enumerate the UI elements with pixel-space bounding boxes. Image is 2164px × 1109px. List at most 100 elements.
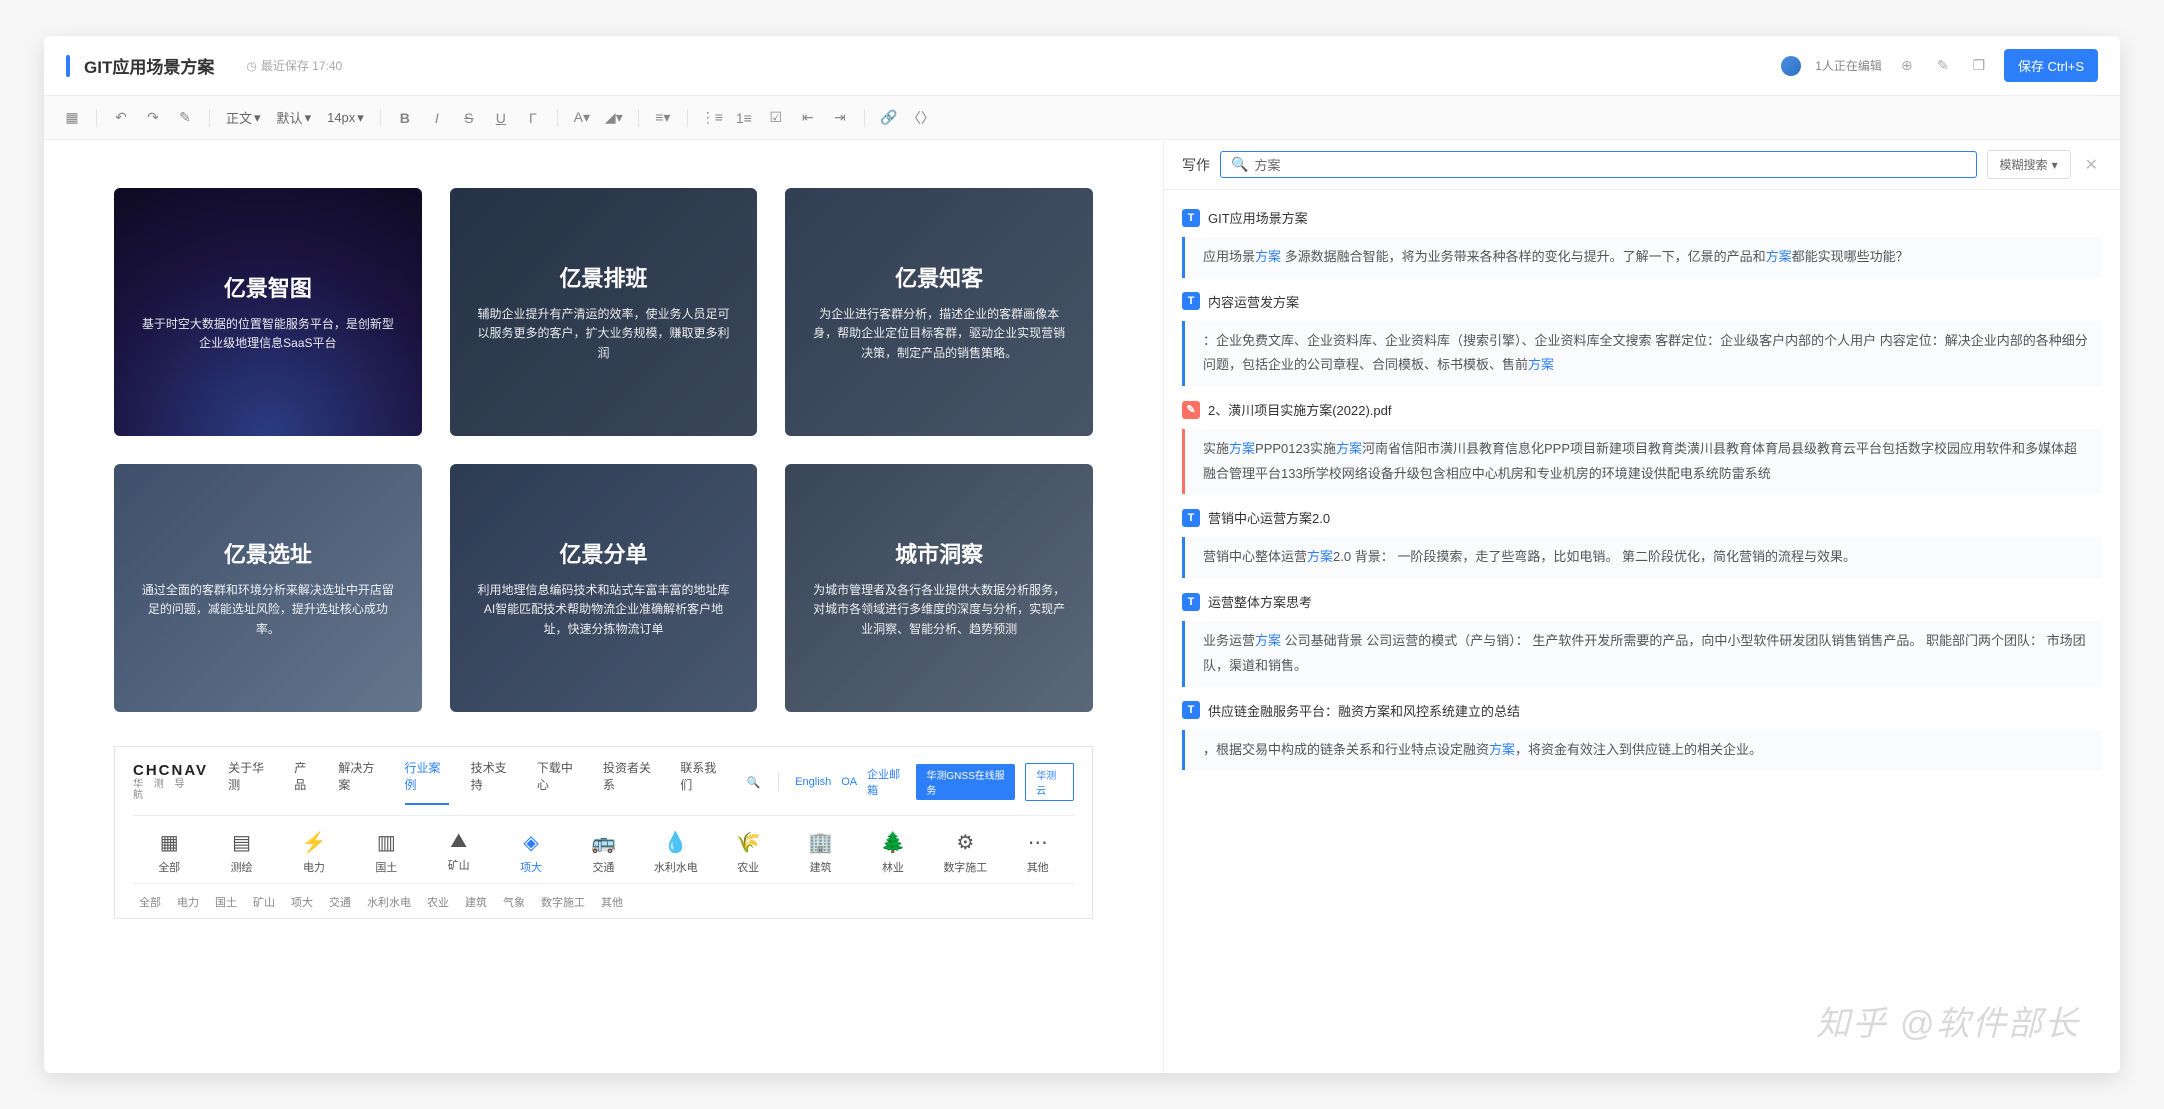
category-icon-item[interactable]: ▥国土 bbox=[356, 830, 416, 875]
category-icon-item[interactable]: ⚡电力 bbox=[284, 830, 344, 875]
editor-canvas[interactable]: 亿景智图基于时空大数据的位置智能服务平台，是创新型企业级地理信息SaaS平台亿景… bbox=[44, 140, 1164, 1073]
search-input-wrap[interactable]: 🔍 bbox=[1220, 151, 1977, 178]
category-icon-item[interactable]: 🌾农业 bbox=[718, 830, 778, 875]
site-nav-item[interactable]: 解决方案 bbox=[338, 759, 382, 805]
category-icon-item[interactable]: 🏢建筑 bbox=[791, 830, 851, 875]
format-paint-icon[interactable]: ✎ bbox=[171, 104, 199, 132]
text-badge-icon: T bbox=[1182, 509, 1200, 527]
category-icon-item[interactable]: 🚌交通 bbox=[573, 830, 633, 875]
highlight-icon[interactable]: ◢▾ bbox=[600, 104, 628, 132]
tag-item[interactable]: 建筑 bbox=[465, 894, 487, 910]
category-icon-item[interactable]: ⛰矿山 bbox=[429, 830, 489, 875]
category-icon-item[interactable]: ◈项大 bbox=[501, 830, 561, 875]
search-result[interactable]: T供应链金融服务平台：融资方案和风控系统建立的总结，根据交易中构成的链条关系和行… bbox=[1182, 701, 2102, 771]
card-desc: 为城市管理者及各行各业提供大数据分析服务，对城市各领域进行多维度的深度与分析，实… bbox=[809, 581, 1069, 639]
category-icon: 🌲 bbox=[880, 830, 905, 855]
tag-item[interactable]: 交通 bbox=[329, 894, 351, 910]
site-nav-item[interactable]: 产品 bbox=[294, 759, 316, 805]
layers-icon[interactable]: ❒ bbox=[1968, 55, 1990, 77]
underline-icon[interactable]: U bbox=[487, 104, 515, 132]
avatar[interactable] bbox=[1781, 56, 1801, 76]
site-nav-item[interactable]: 关于华测 bbox=[228, 759, 272, 805]
site-nav-item[interactable]: 投资者关系 bbox=[603, 759, 658, 805]
ul-icon[interactable]: ⋮≡ bbox=[698, 104, 726, 132]
search-result[interactable]: T内容运营发方案：企业免费文库、企业资料库、企业资料库（搜索引擎）、企业资料库全… bbox=[1182, 292, 2102, 386]
result-title: 内容运营发方案 bbox=[1208, 292, 1299, 311]
site-link-english[interactable]: English bbox=[795, 776, 831, 788]
align-icon[interactable]: ≡▾ bbox=[649, 104, 677, 132]
tag-item[interactable]: 全部 bbox=[139, 894, 161, 910]
bold-icon[interactable]: B bbox=[391, 104, 419, 132]
tag-item[interactable]: 其他 bbox=[601, 894, 623, 910]
tag-item[interactable]: 项大 bbox=[291, 894, 313, 910]
card-desc: 基于时空大数据的位置智能服务平台，是创新型企业级地理信息SaaS平台 bbox=[138, 315, 398, 353]
category-icon-item[interactable]: 🌲林业 bbox=[863, 830, 923, 875]
font-select[interactable]: 默认▾ bbox=[271, 108, 318, 127]
site-nav-item[interactable]: 下载中心 bbox=[537, 759, 581, 805]
category-icon: ▦ bbox=[160, 830, 179, 855]
tag-item[interactable]: 矿山 bbox=[253, 894, 275, 910]
search-result[interactable]: ✎2、潢川项目实施方案(2022).pdf实施方案PPP0123实施方案河南省信… bbox=[1182, 400, 2102, 494]
search-result[interactable]: TGIT应用场景方案应用场景方案 多源数据融合智能，将为业务带来各种各样的变化与… bbox=[1182, 208, 2102, 278]
product-card[interactable]: 城市洞察为城市管理者及各行各业提供大数据分析服务，对城市各领域进行多维度的深度与… bbox=[785, 464, 1093, 712]
tag-item[interactable]: 水利水电 bbox=[367, 894, 411, 910]
save-button[interactable]: 保存 Ctrl+S bbox=[2004, 49, 2098, 82]
italic-icon[interactable]: I bbox=[423, 104, 451, 132]
card-title: 亿景知客 bbox=[895, 261, 983, 293]
fontcolor-icon[interactable]: A▾ bbox=[568, 104, 596, 132]
pill-gnss[interactable]: 华测GNSS在线服务 bbox=[916, 764, 1015, 800]
result-title: 营销中心运营方案2.0 bbox=[1208, 508, 1330, 527]
card-title: 城市洞察 bbox=[895, 537, 983, 569]
product-card[interactable]: 亿景选址通过全面的客群和环境分析来解决选址中开店留足的问题，减能选址风险，提升选… bbox=[114, 464, 422, 712]
search-result[interactable]: T 营销中心运营方案2.0 营销中心整体运营方案2.0 背景： 一阶段摸索，走了些弯… bbox=[1182, 508, 2102, 578]
edit-icon[interactable]: ✎ bbox=[1932, 55, 1954, 77]
search-icon[interactable]: 🔍 bbox=[744, 772, 762, 792]
style-select[interactable]: 正文▾ bbox=[220, 108, 267, 127]
search-mode-button[interactable]: 模糊搜索▾ bbox=[1987, 150, 2071, 179]
result-snippet: 营销中心整体运营方案2.0 背景： 一阶段摸索，走了些弯路，比如电销。 第二阶段… bbox=[1182, 537, 2102, 578]
link-icon[interactable]: 🔗 bbox=[875, 104, 903, 132]
category-icon-item[interactable]: ▤测绘 bbox=[212, 830, 272, 875]
product-card[interactable]: 亿景智图基于时空大数据的位置智能服务平台，是创新型企业级地理信息SaaS平台 bbox=[114, 188, 422, 436]
tag-item[interactable]: 农业 bbox=[427, 894, 449, 910]
category-icon: ⛰ bbox=[450, 830, 467, 853]
category-label: 水利水电 bbox=[654, 859, 698, 875]
site-logo: CHCNAV 华 测 导 航 bbox=[133, 763, 208, 802]
product-card[interactable]: 亿景知客为企业进行客群分析，描述企业的客群画像本身，帮助企业定位目标客群，驱动企… bbox=[785, 188, 1093, 436]
site-nav-item[interactable]: 联系我们 bbox=[680, 759, 724, 805]
add-icon[interactable]: ⊕ bbox=[1896, 55, 1918, 77]
product-card[interactable]: 亿景分单利用地理信息编码技术和站式车富丰富的地址库AI智能匹配技术帮助物流企业准… bbox=[450, 464, 758, 712]
strike-icon[interactable]: S bbox=[455, 104, 483, 132]
size-select[interactable]: 14px▾ bbox=[321, 110, 370, 126]
pill-cloud[interactable]: 华测云 bbox=[1025, 763, 1074, 801]
checklist-icon[interactable]: ☑ bbox=[762, 104, 790, 132]
product-card[interactable]: 亿景排班辅助企业提升有产清运的效率，使业务人员足可以服务更多的客户，扩大业务规模… bbox=[450, 188, 758, 436]
tag-item[interactable]: 电力 bbox=[177, 894, 199, 910]
redo-icon[interactable]: ↷ bbox=[139, 104, 167, 132]
tag-item[interactable]: 气象 bbox=[503, 894, 525, 910]
category-icon-item[interactable]: ▦全部 bbox=[139, 830, 199, 875]
category-icon-item[interactable]: ⚙数字施工 bbox=[935, 830, 995, 875]
tag-item[interactable]: 数字施工 bbox=[541, 894, 585, 910]
search-result[interactable]: T运营整体方案思考业务运营方案 公司基础背景 公司运营的模式（产与销）： 生产软… bbox=[1182, 592, 2102, 686]
close-icon[interactable]: ✕ bbox=[2081, 155, 2102, 175]
undo-icon[interactable]: ↶ bbox=[107, 104, 135, 132]
site-link-oa[interactable]: OA bbox=[841, 776, 857, 788]
code-icon[interactable]: Γ bbox=[519, 104, 547, 132]
category-icon-item[interactable]: 💧水利水电 bbox=[646, 830, 706, 875]
ol-icon[interactable]: 1≡ bbox=[730, 104, 758, 132]
card-desc: 通过全面的客群和环境分析来解决选址中开店留足的问题，减能选址风险，提升选址核心成… bbox=[138, 581, 398, 639]
site-nav-item[interactable]: 技术支持 bbox=[471, 759, 515, 805]
outdent-icon[interactable]: ⇤ bbox=[794, 104, 822, 132]
site-link-mail[interactable]: 企业邮箱 bbox=[867, 766, 906, 798]
tag-item[interactable]: 国土 bbox=[215, 894, 237, 910]
result-title: 2、潢川项目实施方案(2022).pdf bbox=[1208, 400, 1392, 419]
title-accent bbox=[66, 55, 70, 77]
indent-icon[interactable]: ⇥ bbox=[826, 104, 854, 132]
image-icon[interactable]: ▦ bbox=[58, 104, 86, 132]
site-nav-item[interactable]: 行业案例 bbox=[405, 759, 449, 805]
search-input[interactable] bbox=[1254, 157, 1965, 172]
panel-title: 写作 bbox=[1182, 155, 1210, 175]
codeblock-icon[interactable]: 〈〉 bbox=[907, 104, 935, 132]
category-icon-item[interactable]: ⋯其他 bbox=[1008, 830, 1068, 875]
